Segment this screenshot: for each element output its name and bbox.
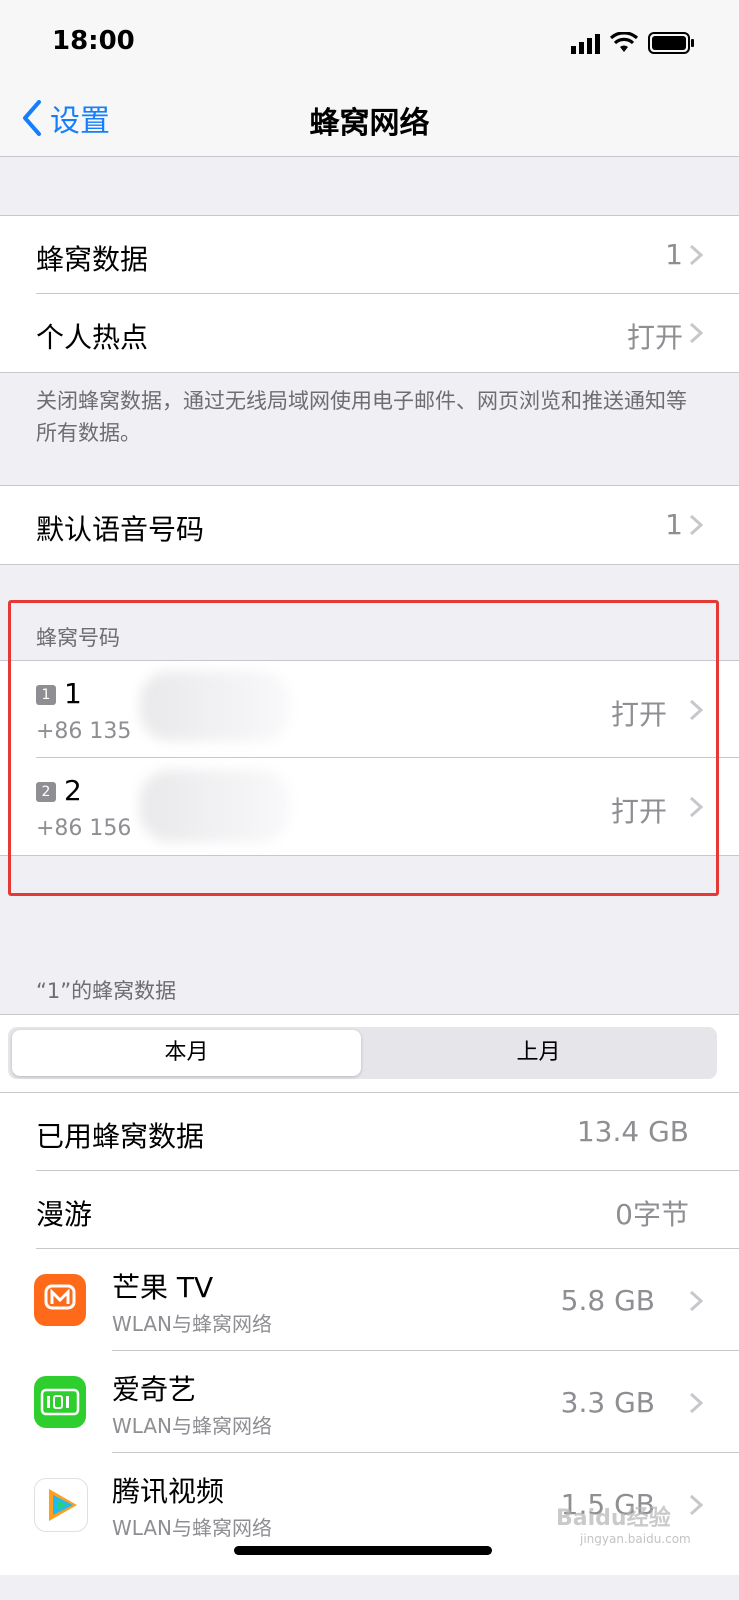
app-name: 爱奇艺 xyxy=(112,1373,197,1406)
chevron-right-icon xyxy=(689,1290,703,1312)
personal-hotspot-value: 打开 xyxy=(626,321,683,354)
default-voice-group: 默认语音号码 1 xyxy=(0,485,739,565)
chevron-right-icon xyxy=(689,1392,703,1414)
used-data-label: 已用蜂窝数据 xyxy=(36,1120,205,1153)
used-data-row: 已用蜂窝数据 13.4 GB xyxy=(0,1093,739,1171)
usage-header: “1”的蜂窝数据 xyxy=(36,979,177,1003)
app-name: 芒果 TV xyxy=(112,1271,214,1304)
tencent-video-icon xyxy=(34,1478,88,1532)
cellular-data-row[interactable]: 蜂窝数据 1 xyxy=(0,216,739,294)
roaming-row: 漫游 0字节 xyxy=(0,1171,739,1249)
battery-icon xyxy=(648,32,696,54)
app-network: WLAN与蜂窝网络 xyxy=(112,1516,273,1540)
used-data-value: 13.4 GB xyxy=(576,1115,689,1148)
home-indicator[interactable] xyxy=(234,1546,492,1555)
watermark: Baidu经验 xyxy=(556,1506,671,1531)
default-voice-line-label: 默认语音号码 xyxy=(36,513,205,546)
period-segmented-control: 本月 上月 xyxy=(8,1027,717,1079)
personal-hotspot-row[interactable]: 个人热点 打开 xyxy=(0,294,739,372)
default-voice-line-value: 1 xyxy=(665,508,683,541)
mango-tv-icon xyxy=(34,1274,86,1326)
cellular-data-footnote: 关闭蜂窝数据，通过无线局域网使用电子邮件、网页浏览和推送通知等所有数据。 xyxy=(36,389,687,445)
app-network: WLAN与蜂窝网络 xyxy=(112,1414,273,1438)
default-voice-line-row[interactable]: 默认语音号码 1 xyxy=(0,486,739,564)
navigation-bar: 18:00 设置 蜂窝网络 xyxy=(0,0,739,157)
chevron-right-icon xyxy=(689,514,703,536)
app-network: WLAN与蜂窝网络 xyxy=(112,1312,273,1336)
app-usage: 3.3 GB xyxy=(560,1386,655,1419)
app-row-mango-tv[interactable]: 芒果 TV WLAN与蜂窝网络 5.8 GB xyxy=(0,1250,739,1351)
roaming-label: 漫游 xyxy=(36,1198,93,1231)
app-name: 腾讯视频 xyxy=(112,1475,225,1508)
signal-icon xyxy=(571,34,601,54)
segment-last-month[interactable]: 上月 xyxy=(364,1030,713,1076)
personal-hotspot-label: 个人热点 xyxy=(36,321,149,354)
iqiyi-icon xyxy=(34,1376,86,1428)
app-usage: 5.8 GB xyxy=(560,1284,655,1317)
cellular-data-value: 1 xyxy=(665,238,683,271)
highlight-box xyxy=(8,600,719,896)
chevron-right-icon xyxy=(689,1494,703,1516)
chevron-right-icon xyxy=(689,322,703,344)
app-row-iqiyi[interactable]: 爱奇艺 WLAN与蜂窝网络 3.3 GB xyxy=(0,1352,739,1453)
cellular-data-label: 蜂窝数据 xyxy=(36,243,149,276)
roaming-value: 0字节 xyxy=(615,1198,689,1231)
watermark-url: jingyan.baidu.com xyxy=(580,1532,691,1546)
wifi-icon xyxy=(609,31,639,54)
cellular-settings-group: 蜂窝数据 1 个人热点 打开 xyxy=(0,215,739,373)
chevron-right-icon xyxy=(689,244,703,266)
status-time: 18:00 xyxy=(52,26,135,56)
segment-this-month[interactable]: 本月 xyxy=(12,1030,361,1076)
page-title: 蜂窝网络 xyxy=(309,106,430,141)
